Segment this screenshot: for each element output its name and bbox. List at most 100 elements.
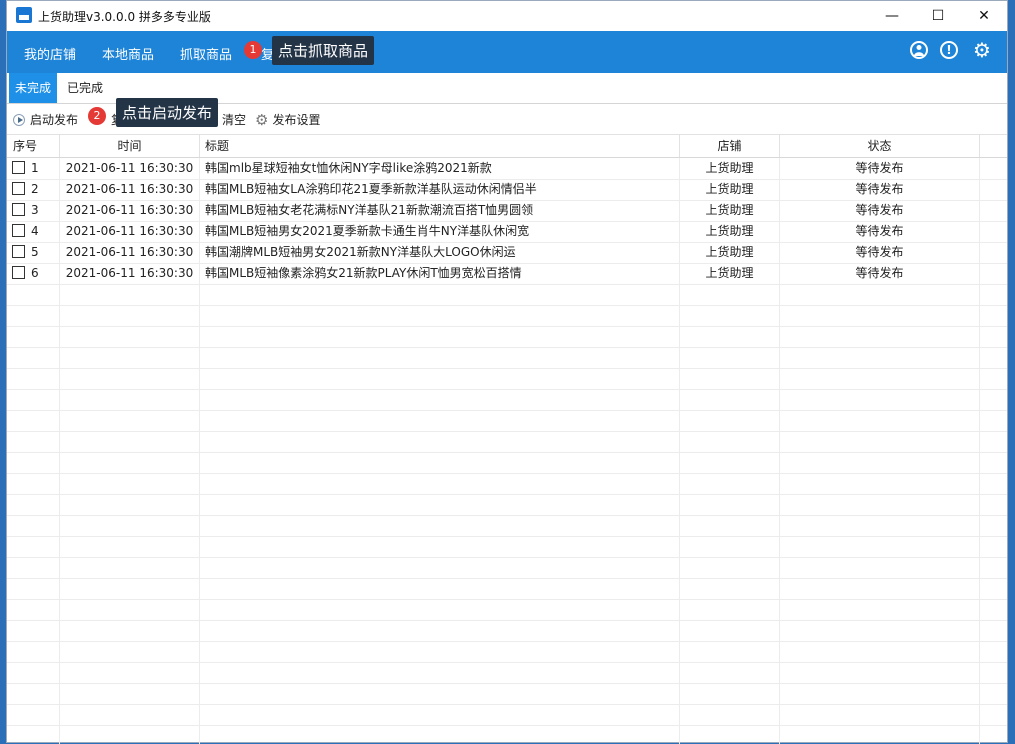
column-header-time[interactable]: 时间 <box>60 135 200 157</box>
cell-status <box>780 368 980 389</box>
cell-shop <box>680 662 780 683</box>
app-window: 上货助理v3.0.0.0 拼多多专业版 — ☐ ✕ 我的店铺 本地商品 抓取商品… <box>6 0 1008 744</box>
cell-time: 2021-06-11 16:30:30 <box>60 221 200 242</box>
cell-time <box>60 494 200 515</box>
cell-shop <box>680 389 780 410</box>
settings-gear-icon[interactable]: ⚙ <box>973 38 991 62</box>
cell-title <box>200 389 680 410</box>
tab-finished[interactable]: 已完成 <box>61 73 109 103</box>
cell-shop: 上货助理 <box>680 263 780 284</box>
clear-button[interactable]: 清空 <box>222 111 246 128</box>
tab-unfinished[interactable]: 未完成 <box>9 73 58 103</box>
row-checkbox[interactable] <box>12 245 25 258</box>
cell-status <box>780 473 980 494</box>
cell-title <box>200 515 680 536</box>
info-icon[interactable]: ! <box>940 41 958 59</box>
cell-status: 等待发布 <box>780 179 980 200</box>
table-row[interactable]: 5 2021-06-11 16:30:30 韩国潮牌MLB短袖男女2021新款NY洋… <box>7 242 1007 264</box>
cell-shop: 上货助理 <box>680 221 780 242</box>
cell-no <box>7 494 60 515</box>
row-number: 1 <box>31 161 39 175</box>
table-row[interactable]: 3 2021-06-11 16:30:30 韩国MLB短袖女老花满标NY洋基队21新… <box>7 200 1007 222</box>
cell-status <box>780 620 980 641</box>
cell-time <box>60 683 200 704</box>
cell-no <box>7 431 60 452</box>
toolbar: 启动发布 2 复 清空 点击启动发布 ⚙ 发布设置 <box>7 98 1007 135</box>
cell-shop: 上货助理 <box>680 242 780 263</box>
cell-no <box>7 473 60 494</box>
empty-table-row <box>7 452 1007 474</box>
empty-table-row <box>7 473 1007 495</box>
cell-no <box>7 326 60 347</box>
cell-title <box>200 305 680 326</box>
table-row[interactable]: 4 2021-06-11 16:30:30 韩国MLB短袖男女2021夏季新款卡通生… <box>7 221 1007 243</box>
menu-my-shop[interactable]: 我的店铺 <box>24 44 76 63</box>
column-header-no[interactable]: 序号 <box>7 135 60 157</box>
cell-shop <box>680 704 780 725</box>
empty-table-row <box>7 326 1007 348</box>
empty-table-row <box>7 683 1007 705</box>
cell-time <box>60 410 200 431</box>
cell-status <box>780 704 980 725</box>
cell-status <box>780 641 980 662</box>
cell-title <box>200 641 680 662</box>
empty-table-row <box>7 431 1007 453</box>
empty-table-row <box>7 305 1007 327</box>
cell-shop <box>680 368 780 389</box>
cell-time <box>60 326 200 347</box>
table-row[interactable]: 2 2021-06-11 16:30:30 韩国MLB短袖女LA涂鸦印花21夏季新款… <box>7 179 1007 201</box>
cell-time <box>60 620 200 641</box>
cell-time <box>60 431 200 452</box>
cell-title <box>200 347 680 368</box>
table-row[interactable]: 6 2021-06-11 16:30:30 韩国MLB短袖像素涂鸦女21新款PLAY… <box>7 263 1007 285</box>
cell-no <box>7 284 60 305</box>
menu-local-products[interactable]: 本地商品 <box>102 44 154 63</box>
tooltip-start-publish: 点击启动发布 <box>116 98 219 127</box>
cell-time <box>60 368 200 389</box>
column-header-status[interactable]: 状态 <box>780 135 980 157</box>
cell-no <box>7 557 60 578</box>
row-number: 2 <box>31 182 39 196</box>
row-checkbox[interactable] <box>12 224 25 237</box>
row-number: 6 <box>31 266 39 280</box>
maximize-button[interactable]: ☐ <box>915 1 961 31</box>
row-checkbox[interactable] <box>12 266 25 279</box>
cell-no: 3 <box>7 200 60 221</box>
empty-table-row <box>7 704 1007 726</box>
cell-shop <box>680 326 780 347</box>
cell-shop <box>680 578 780 599</box>
cell-status <box>780 599 980 620</box>
empty-table-row <box>7 662 1007 684</box>
user-icon[interactable] <box>910 41 928 59</box>
menu-grab-products[interactable]: 抓取商品 <box>180 44 232 63</box>
cell-no <box>7 725 60 744</box>
step-badge-1: 1 <box>244 41 262 59</box>
cell-title <box>200 683 680 704</box>
cell-status <box>780 725 980 744</box>
play-icon <box>13 113 25 126</box>
column-header-shop[interactable]: 店铺 <box>680 135 780 157</box>
cell-status <box>780 347 980 368</box>
cell-shop <box>680 494 780 515</box>
publish-settings-button[interactable]: ⚙ 发布设置 <box>255 111 320 128</box>
row-checkbox[interactable] <box>12 203 25 216</box>
row-checkbox[interactable] <box>12 161 25 174</box>
cell-no <box>7 410 60 431</box>
close-button[interactable]: ✕ <box>961 1 1007 31</box>
column-header-title[interactable]: 标题 <box>200 135 680 157</box>
cell-no <box>7 305 60 326</box>
minimize-button[interactable]: — <box>869 1 915 31</box>
start-publish-button[interactable]: 启动发布 <box>13 111 78 128</box>
cell-time <box>60 578 200 599</box>
table-row[interactable]: 1 2021-06-11 16:30:30 韩国mlb星球短袖女t恤休闲NY字母li… <box>7 158 1007 180</box>
cell-title <box>200 704 680 725</box>
cell-shop: 上货助理 <box>680 179 780 200</box>
cell-title <box>200 452 680 473</box>
cell-no <box>7 683 60 704</box>
cell-status: 等待发布 <box>780 263 980 284</box>
empty-table-row <box>7 725 1007 744</box>
empty-table-row <box>7 494 1007 516</box>
cell-time <box>60 662 200 683</box>
row-checkbox[interactable] <box>12 182 25 195</box>
cell-shop <box>680 683 780 704</box>
